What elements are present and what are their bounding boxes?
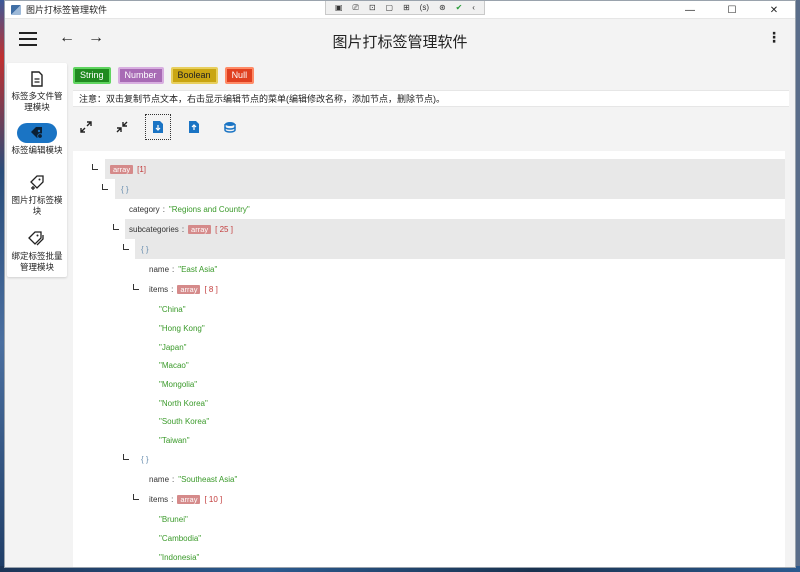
array-count: [1]	[137, 164, 146, 174]
type-legend: String Number Boolean Null	[69, 61, 261, 89]
sidebar-item-batch-binding[interactable]: 绑定标签批量管理模块	[7, 229, 67, 273]
array-count: [ 8 ]	[204, 284, 218, 294]
collapse-toggle-icon[interactable]	[123, 244, 129, 250]
node-key: name	[149, 264, 170, 274]
collapse-toggle-icon[interactable]	[133, 284, 139, 290]
array-badge: array	[177, 494, 201, 504]
tree-node-name[interactable]: name: "East Asia"	[149, 259, 217, 279]
debug-accessibility-icon[interactable]: ⊛	[439, 3, 446, 12]
database-icon[interactable]	[217, 114, 243, 140]
tree-leaf[interactable]: "Brunei"	[159, 509, 188, 529]
usage-notice: 注意：双击复制节点文本，右击显示编辑节点的菜单(编辑修改名称，添加节点，删除节点…	[73, 90, 789, 107]
debug-toolbar: ▣ ⎚ ⊡ ▢ ⊞ (s) ⊛ ✔ ‹	[325, 1, 485, 15]
tree-leaf[interactable]: "Indonesia"	[159, 547, 199, 567]
debug-slow-icon[interactable]: (s)	[420, 3, 429, 12]
collapse-all-icon[interactable]	[109, 114, 135, 140]
expand-all-icon[interactable]	[73, 114, 99, 140]
node-key: items	[149, 494, 169, 504]
debug-ok-icon[interactable]: ✔	[456, 3, 463, 12]
sidebar-item-multi-file[interactable]: 标签多文件管理模块	[7, 69, 67, 113]
tag-edit-icon	[17, 123, 57, 143]
sidebar-item-label: 图片打标签模块	[11, 195, 63, 216]
string-type-chip[interactable]: String	[73, 66, 111, 84]
maximize-button[interactable]: ☐	[711, 1, 753, 19]
array-count: [ 10 ]	[204, 494, 223, 504]
close-button[interactable]: ✕	[753, 1, 795, 19]
sidebar-item-tag-edit[interactable]: 标签编辑模块	[7, 123, 67, 156]
debug-collapse-icon[interactable]: ‹	[472, 3, 475, 12]
sidebar-item-image-tagging[interactable]: 图片打标签模块	[7, 173, 67, 217]
sidebar-item-label: 绑定标签批量管理模块	[11, 251, 63, 272]
debug-select-icon[interactable]: ▣	[335, 3, 343, 12]
debug-frame-icon[interactable]: ▢	[386, 3, 394, 12]
tree-scrollbar[interactable]	[785, 151, 789, 567]
more-options-icon[interactable]: ⋮	[767, 29, 781, 46]
tree-leaf[interactable]: "Taiwan"	[159, 430, 190, 450]
tree-node-category[interactable]: category: "Regions and Country"	[129, 199, 250, 219]
object-brace: { }	[141, 454, 149, 464]
tree-node-object[interactable]: { }	[115, 179, 787, 199]
page-title: 图片打标签管理软件	[332, 34, 468, 51]
node-value: "Southeast Asia"	[178, 474, 238, 484]
tree-leaf[interactable]: "South Korea"	[159, 411, 209, 431]
tree-node-items[interactable]: items: array [ 10 ]	[149, 489, 222, 509]
sidebar: 标签多文件管理模块 标签编辑模块 图片打标签模块 绑定标签批量管理模块	[7, 63, 67, 277]
main-content: String Number Boolean Null 注意：双击复制节点文本，右…	[69, 61, 789, 567]
tree-leaf[interactable]: "Japan"	[159, 337, 186, 357]
boolean-type-chip[interactable]: Boolean	[170, 66, 218, 84]
tree-node-items[interactable]: items: array [ 8 ]	[149, 279, 218, 299]
minimize-button[interactable]: —	[669, 1, 711, 19]
app-window: 图片打标签管理软件 ▣ ⎚ ⊡ ▢ ⊞ (s) ⊛ ✔ ‹ — ☐ ✕ ← → …	[4, 0, 796, 568]
node-key: name	[149, 474, 170, 484]
collapse-toggle-icon[interactable]	[123, 454, 129, 460]
app-bar: ← → 图片打标签管理软件 ⋮	[5, 19, 795, 61]
tree-toolbar	[73, 109, 253, 145]
collapse-toggle-icon[interactable]	[133, 494, 139, 500]
document-icon	[7, 69, 67, 89]
number-type-chip[interactable]: Number	[117, 66, 164, 84]
node-key: subcategories	[129, 224, 179, 234]
tree-leaf[interactable]: "Mongolia"	[159, 374, 197, 394]
node-key: category	[129, 204, 160, 214]
file-export-icon[interactable]	[181, 114, 207, 140]
json-tree: array [1] { } category: "Regions and Cou…	[73, 151, 789, 567]
window-title: 图片打标签管理软件	[26, 5, 108, 15]
tree-leaf[interactable]: "China"	[159, 299, 186, 319]
file-import-icon[interactable]	[145, 114, 171, 140]
collapse-toggle-icon[interactable]	[102, 184, 108, 190]
tree-leaf[interactable]: "Cambodia"	[159, 528, 201, 548]
tag-add-icon	[7, 173, 67, 193]
tree-leaf[interactable]: "North Korea"	[159, 393, 208, 413]
tree-node-object[interactable]: { }	[135, 449, 149, 469]
array-badge: array	[177, 284, 201, 294]
array-badge: array	[188, 224, 212, 234]
collapse-toggle-icon[interactable]	[113, 224, 119, 230]
node-value: "East Asia"	[178, 264, 218, 274]
collapse-toggle-icon[interactable]	[92, 164, 98, 170]
debug-video-icon[interactable]: ⎚	[352, 3, 358, 13]
tree-leaf[interactable]: "Macao"	[159, 355, 189, 375]
tags-icon	[7, 229, 67, 249]
title-bar: 图片打标签管理软件 ▣ ⎚ ⊡ ▢ ⊞ (s) ⊛ ✔ ‹ — ☐ ✕	[5, 1, 795, 19]
node-key: items	[149, 284, 169, 294]
window-controls: — ☐ ✕	[669, 1, 795, 19]
debug-screen-icon[interactable]: ⊡	[369, 3, 376, 12]
array-badge: array	[110, 164, 134, 174]
tree-node-root[interactable]: array [1]	[105, 159, 787, 179]
app-icon	[11, 4, 21, 15]
object-brace: { }	[141, 244, 149, 254]
debug-layout-icon[interactable]: ⊞	[403, 3, 410, 12]
array-count: [ 25 ]	[215, 224, 233, 234]
sidebar-item-label: 标签多文件管理模块	[11, 91, 63, 112]
tree-node-name[interactable]: name: "Southeast Asia"	[149, 469, 237, 489]
node-value: "Regions and Country"	[168, 204, 250, 214]
tree-node-object[interactable]: { }	[135, 239, 787, 259]
tree-leaf[interactable]: "Hong Kong"	[159, 318, 205, 338]
sidebar-item-label: 标签编辑模块	[11, 145, 63, 155]
tree-node-subcategories[interactable]: subcategories: array [ 25 ]	[125, 219, 787, 239]
null-type-chip[interactable]: Null	[224, 66, 255, 84]
object-brace: { }	[121, 184, 129, 194]
